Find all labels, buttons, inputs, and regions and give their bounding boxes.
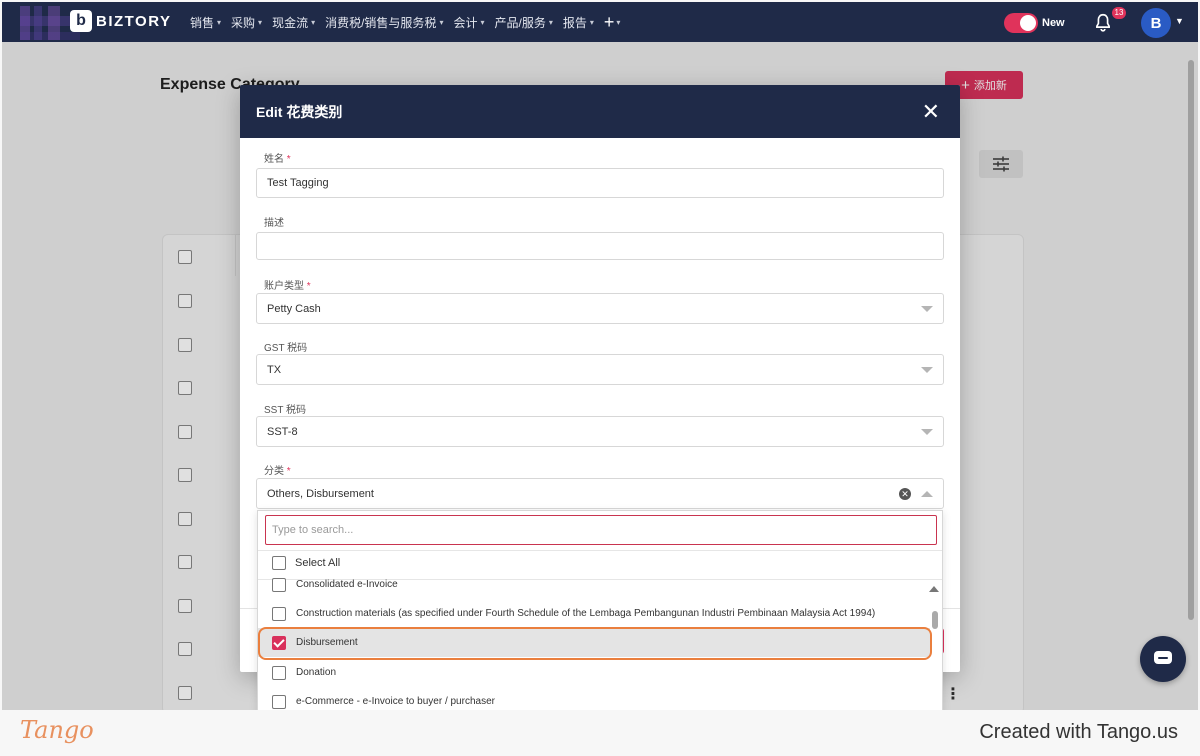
option-label: e-Commerce - e-Invoice to buyer / purcha…	[296, 696, 495, 707]
toggle-knob	[1020, 15, 1036, 31]
menu-cashflow-label: 现金流	[272, 15, 309, 30]
option-consolidated-einvoice[interactable]: Consolidated e-Invoice	[258, 570, 930, 599]
modal-title: Edit 花费类别	[256, 103, 343, 120]
menu-sales[interactable]: 销售 ▾	[190, 14, 221, 31]
option-checkbox[interactable]	[272, 577, 286, 592]
option-label: Disbursement	[296, 637, 358, 648]
category-search-input[interactable]	[265, 515, 937, 545]
option-ecommerce-einvoice[interactable]: e-Commerce - e-Invoice to buyer / purcha…	[258, 687, 930, 710]
menu-reports[interactable]: 报告 ▾	[563, 14, 594, 31]
option-construction-materials[interactable]: Construction materials (as specified und…	[258, 599, 930, 628]
required-mark: *	[286, 154, 291, 165]
name-field[interactable]: Test Tagging	[256, 168, 944, 198]
description-field[interactable]	[256, 232, 944, 260]
chat-icon	[1154, 651, 1172, 664]
required-mark: *	[306, 281, 311, 292]
menu-tax-label: 消费税/销售与服务税	[325, 15, 437, 30]
option-checkbox[interactable]	[272, 665, 286, 680]
option-disbursement[interactable]: Disbursement	[258, 628, 930, 657]
scroll-up-icon[interactable]	[929, 586, 939, 592]
chevron-down-icon: ▾	[311, 17, 316, 27]
gst-code-label: GST 税码	[264, 343, 308, 354]
chevron-down-icon: ▾	[480, 17, 485, 27]
category-multiselect[interactable]: Others, Disbursement ✕	[256, 478, 944, 509]
menu-cashflow[interactable]: 现金流 ▾	[272, 14, 315, 31]
menu-purchases-label: 采购	[231, 15, 256, 30]
brand-logo[interactable]: b BIZTORY	[70, 10, 172, 32]
top-navbar: b BIZTORY 销售 ▾ 采购 ▾ 现金流 ▾ 消费税/销售与服务税 ▾ 会计 ▾ 产…	[2, 2, 1198, 42]
chevron-down-icon: ▾	[439, 17, 444, 27]
account-type-select[interactable]: Petty Cash	[256, 293, 944, 324]
select-all-label: Select All	[295, 557, 341, 569]
page-scrollbar[interactable]	[1188, 60, 1194, 620]
notification-badge: 13	[1112, 7, 1126, 19]
chat-widget-button[interactable]	[1140, 636, 1186, 682]
name-label: 姓名 *	[264, 150, 291, 165]
brand-name: BIZTORY	[96, 12, 172, 30]
option-checkbox-checked[interactable]	[272, 635, 286, 650]
avatar[interactable]: B	[1141, 8, 1171, 38]
tango-logo: Tango	[20, 716, 94, 744]
category-label-text: 分类	[264, 466, 284, 477]
chevron-down-icon: ▾	[548, 17, 553, 27]
chevron-down-icon: ▾	[616, 17, 621, 27]
option-label: Construction materials (as specified und…	[296, 608, 876, 619]
tango-footer: Tango Created with Tango.us	[0, 710, 1200, 756]
account-type-value: Petty Cash	[267, 302, 321, 315]
sst-code-label: SST 税码	[264, 405, 307, 416]
chevron-down-icon: ▾	[589, 17, 594, 27]
option-label: Consolidated e-Invoice	[296, 579, 398, 590]
name-field-value: Test Tagging	[267, 177, 329, 189]
close-icon[interactable]: ✕	[922, 100, 940, 123]
chevron-down-icon[interactable]: ▼	[1175, 16, 1184, 26]
app-frame: b BIZTORY 销售 ▾ 采购 ▾ 现金流 ▾ 消费税/销售与服务税 ▾ 会计 ▾ 产…	[2, 2, 1198, 710]
menu-sales-label: 销售	[190, 15, 215, 30]
toggle-switch[interactable]	[1004, 13, 1038, 33]
menu-quick-add[interactable]: + ▾	[604, 12, 621, 33]
menu-products[interactable]: 产品/服务 ▾	[494, 14, 552, 31]
category-dropdown: Select All Consolidated e-Invoice Constr…	[257, 510, 943, 710]
account-type-label: 账户类型 *	[264, 277, 311, 292]
main-menu: 销售 ▾ 采购 ▾ 现金流 ▾ 消费税/销售与服务税 ▾ 会计 ▾ 产品/服务 ▾ 报告 ▾ …	[190, 2, 620, 42]
new-ui-toggle[interactable]: New	[1004, 13, 1065, 33]
dropdown-divider	[258, 550, 942, 551]
option-checkbox[interactable]	[272, 606, 286, 621]
option-donation[interactable]: Donation	[258, 658, 930, 687]
plus-icon: +	[603, 11, 615, 32]
category-label: 分类 *	[264, 462, 291, 477]
menu-accounting[interactable]: 会计 ▾	[453, 14, 484, 31]
brand-logo-mark: b	[70, 10, 92, 32]
menu-accounting-label: 会计	[453, 15, 478, 30]
modal-header: Edit 花费类别 ✕	[240, 85, 960, 138]
menu-reports-label: 报告	[562, 15, 587, 30]
clear-icon[interactable]: ✕	[899, 487, 911, 500]
gst-code-select[interactable]: TX	[256, 354, 944, 385]
name-label-text: 姓名	[264, 154, 284, 165]
menu-products-label: 产品/服务	[494, 15, 546, 30]
sst-code-select[interactable]: SST-8	[256, 416, 944, 447]
select-all-option[interactable]: Select All	[272, 556, 340, 570]
dropdown-scrollbar[interactable]	[932, 611, 938, 629]
gst-code-value: TX	[267, 363, 282, 376]
description-label: 描述	[264, 218, 284, 229]
select-all-checkbox[interactable]	[272, 556, 286, 570]
menu-tax[interactable]: 消费税/销售与服务税 ▾	[325, 14, 443, 31]
chevron-down-icon	[921, 366, 933, 373]
option-checkbox[interactable]	[272, 694, 286, 709]
chevron-down-icon	[921, 305, 933, 312]
chevron-down-icon: ▾	[258, 17, 263, 27]
category-value: Others, Disbursement	[267, 487, 374, 500]
menu-purchases[interactable]: 采购 ▾	[231, 14, 262, 31]
chevron-down-icon: ▾	[217, 17, 222, 27]
chevron-down-icon	[921, 428, 933, 435]
toggle-label: New	[1042, 17, 1065, 29]
option-label: Donation	[296, 667, 337, 678]
required-mark: *	[286, 466, 291, 477]
chevron-up-icon	[921, 490, 933, 497]
sst-code-value: SST-8	[267, 425, 298, 438]
account-type-label-text: 账户类型	[264, 281, 304, 292]
bell-icon[interactable]	[1092, 12, 1114, 34]
created-with-text: Created with Tango.us	[979, 721, 1178, 743]
